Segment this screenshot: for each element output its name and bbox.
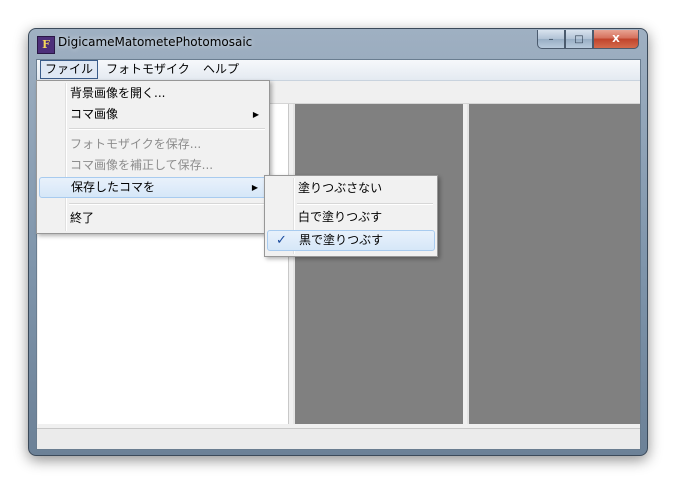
status-bar <box>37 428 640 449</box>
menu-item-save-photomosaic[interactable]: フォトモザイクを保存... <box>39 134 267 155</box>
menu-separator <box>297 203 433 205</box>
menu-item-fill-white[interactable]: 白で塗りつぶす <box>267 207 435 228</box>
close-button[interactable]: X <box>593 30 639 49</box>
menu-item-label: 保存したコマを <box>71 180 156 194</box>
menu-item-label: 塗りつぶさない <box>298 181 383 195</box>
mosaic-preview-panel <box>467 104 640 424</box>
check-icon: ✓ <box>276 233 287 248</box>
menu-photomosaic[interactable]: フォトモザイク <box>102 61 194 78</box>
app-icon: F <box>37 36 55 54</box>
menu-item-no-fill[interactable]: 塗りつぶさない <box>267 178 435 199</box>
title-bar[interactable]: F DigicameMatometePhotomosaic – □ X <box>29 29 647 59</box>
menu-item-label: コマ画像 <box>70 107 119 121</box>
menu-item-label: フォトモザイクを保存... <box>70 137 202 151</box>
menu-item-frame-images[interactable]: コマ画像 ▶ <box>39 104 267 125</box>
file-menu: 背景画像を開く... コマ画像 ▶ フォトモザイクを保存... コマ画像を補正して… <box>36 80 270 234</box>
menu-item-label: 終了 <box>70 211 95 225</box>
menu-item-open-background[interactable]: 背景画像を開く... <box>39 83 267 104</box>
maximize-icon: □ <box>574 33 584 45</box>
window-title: DigicameMatometePhotomosaic <box>58 35 253 49</box>
menu-separator <box>69 203 265 205</box>
maximize-button[interactable]: □ <box>565 30 593 49</box>
minimize-icon: – <box>548 33 554 45</box>
menu-item-save-corrected-frames[interactable]: コマ画像を補正して保存... <box>39 155 267 176</box>
menu-item-saved-frames[interactable]: 保存したコマを ▶ <box>39 177 267 198</box>
submenu-arrow-icon: ▶ <box>251 183 258 192</box>
minimize-button[interactable]: – <box>537 30 565 49</box>
menu-item-fill-black[interactable]: ✓ 黒で塗りつぶす <box>267 230 435 251</box>
submenu-arrow-icon: ▶ <box>252 110 259 119</box>
menu-bar: ファイル フォトモザイク ヘルプ <box>37 60 640 81</box>
saved-frames-submenu: 塗りつぶさない 白で塗りつぶす ✓ 黒で塗りつぶす <box>264 175 438 257</box>
menu-item-exit[interactable]: 終了 <box>39 208 267 229</box>
caption-buttons: – □ X <box>537 30 639 49</box>
menu-help[interactable]: ヘルプ <box>199 61 243 78</box>
menu-item-label: 背景画像を開く... <box>70 86 166 100</box>
menu-item-label: 黒で塗りつぶす <box>299 233 384 247</box>
menu-file[interactable]: ファイル <box>40 60 99 79</box>
close-icon: X <box>612 33 620 45</box>
menu-separator <box>69 128 265 130</box>
menu-item-label: コマ画像を補正して保存... <box>70 158 214 172</box>
menu-item-label: 白で塗りつぶす <box>298 210 383 224</box>
background-preview-panel <box>293 104 463 424</box>
